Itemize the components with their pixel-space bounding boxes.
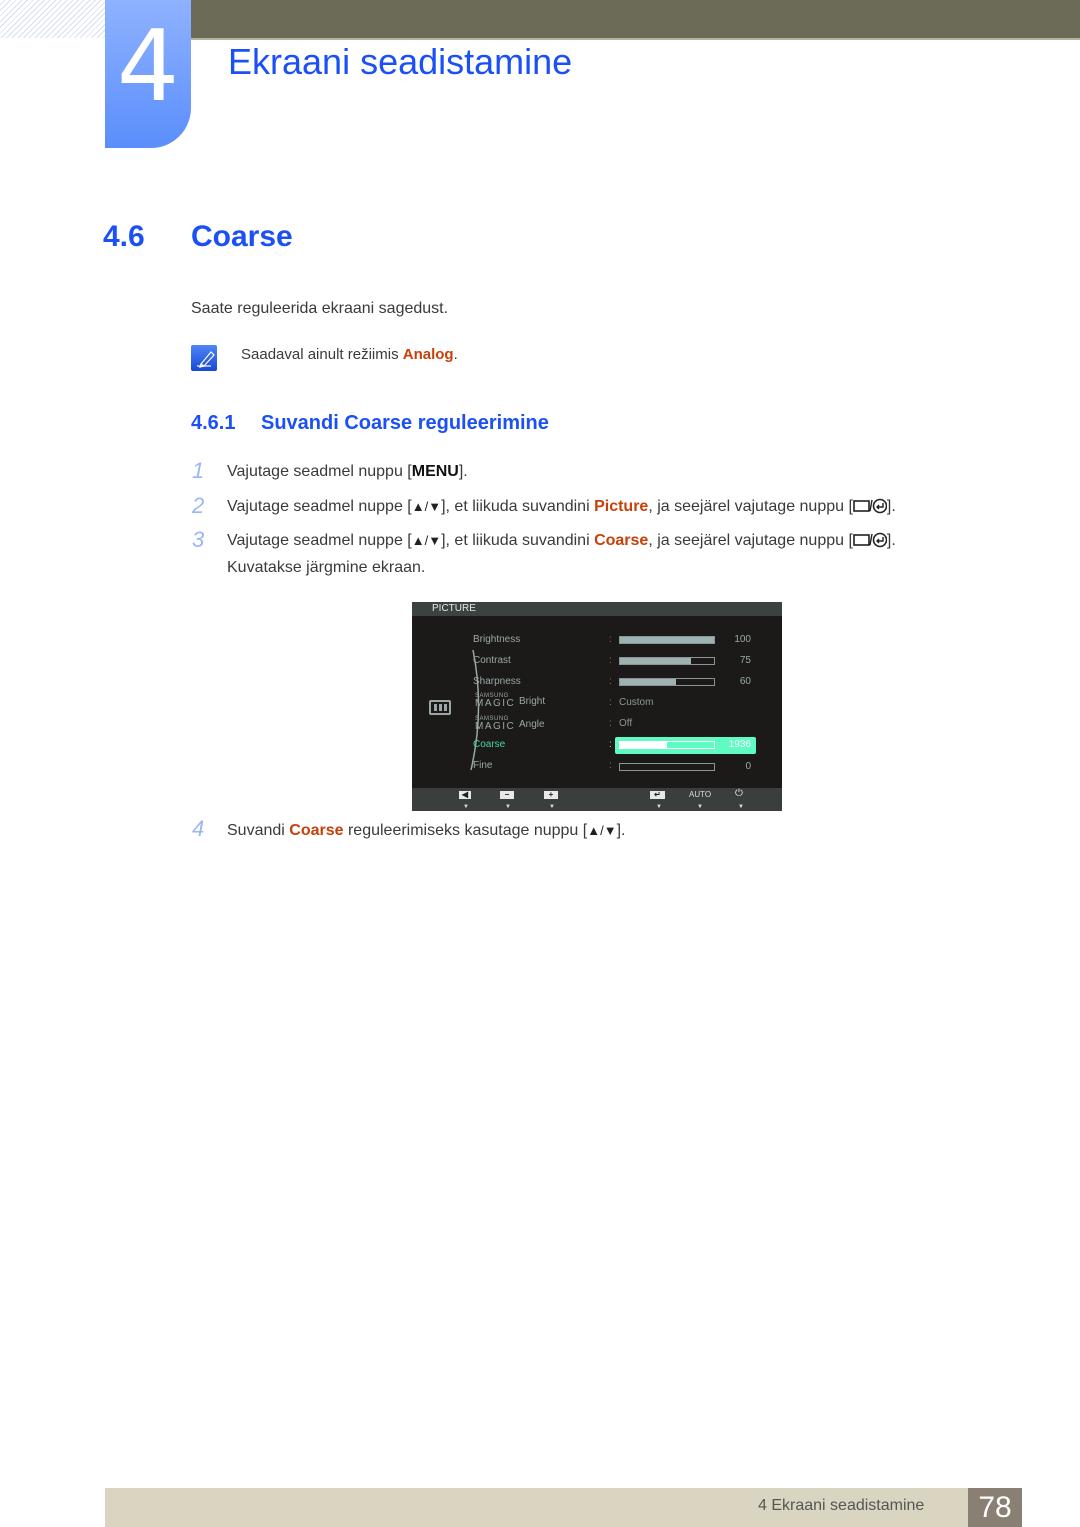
magic-angle-value: Off [619,718,633,729]
step-text: Suvandi [227,822,290,839]
osd-colon: : [609,676,612,687]
step-text: , ja seejärel vajutage nuppu [ [648,498,853,515]
magic-bright-value: Custom [619,697,654,708]
sharpness-bar-fill [620,679,677,685]
down-marker-icon: ▼ [697,804,703,810]
source-enter-icon [853,498,888,514]
magic-bright-label: Bright [519,696,546,707]
step-4-text: Suvandi Coarse reguleerimiseks kasutage … [227,820,625,842]
sharpness-bar [619,678,715,686]
coarse-bar-fill [620,742,667,748]
chapter-title: Ekraani seadistamine [228,41,573,82]
down-marker-icon: ▼ [656,804,662,810]
contrast-bar [619,657,715,665]
highlight-picture: Picture [594,498,649,515]
osd-item-brightness[interactable]: Brightness [473,634,520,646]
osd-item-coarse[interactable]: Coarse [473,739,505,751]
up-down-arrows-icon: ▲/▼ [587,823,617,838]
magic-label: MAGIC [475,698,516,709]
osd-enter-button[interactable]: ↵ [650,791,665,799]
osd-auto-button[interactable]: AUTO [689,790,711,800]
osd-colon: : [609,697,612,708]
magic-label: MAGIC [475,721,516,732]
osd-minus-button[interactable]: − [500,791,514,799]
step-3-line2: Kuvatakse järgmine ekraan. [227,559,426,576]
step-text: ]. [616,822,626,839]
osd-item-contrast[interactable]: Contrast [473,655,511,667]
up-down-arrows-icon: ▲/▼ [411,533,442,548]
fine-bar [619,763,715,771]
note-highlight-analog: Analog [402,346,454,363]
picture-menu-icon [429,700,451,715]
osd-item-fine[interactable]: Fine [473,760,492,772]
osd-colon: : [609,718,612,729]
step-2-number: 2 [192,493,205,518]
page-number: 78 [968,1488,1022,1527]
sharpness-value: 60 [739,676,751,687]
subsection-number: 4.6.1 [191,412,236,434]
note-text-after: . [453,346,458,363]
osd-colon: : [609,634,612,645]
highlight-coarse: Coarse [594,532,649,549]
source-enter-icon [853,532,888,548]
step-text: Vajutage seadmel nuppe [ [227,498,412,515]
section-number: 4.6 [103,220,145,253]
step-3-text: Vajutage seadmel nuppe [▲/▼], et liikuda… [227,530,896,552]
step-text: Vajutage seadmel nuppe [ [227,532,412,549]
footer-chapter-text: 4 Ekraani seadistamine [758,1497,925,1514]
note-text-before: Saadaval ainult režiimis [241,346,403,363]
osd-colon: : [609,760,612,771]
osd-title: PICTURE [432,603,476,614]
up-down-arrows-icon: ▲/▼ [411,499,442,514]
osd-left-button[interactable]: ◀ [459,791,471,799]
brightness-bar [619,636,715,644]
osd-plus-button[interactable]: + [544,791,558,799]
contrast-bar-fill [620,658,691,664]
osd-colon: : [609,655,612,666]
step-1-text: Vajutage seadmel nuppu [MENU]. [227,461,468,483]
osd-item-sharpness[interactable]: Sharpness [473,676,521,688]
step-2-text: Vajutage seadmel nuppe [▲/▼], et liikuda… [227,496,896,518]
osd-colon: : [609,739,612,750]
note-pencil-icon [191,345,217,371]
step-3-number: 3 [192,527,205,552]
brightness-bar-fill [620,637,714,643]
step-text: ]. [458,463,468,480]
chapter-number: 4 [116,10,180,124]
down-marker-icon: ▼ [463,804,469,810]
contrast-value: 75 [739,655,751,666]
step-text: ], et liikuda suvandini [441,532,595,549]
osd-item-magic-angle[interactable]: SAMSUNG MAGIC Angle [475,716,545,732]
step-text: ]. [886,532,896,549]
subsection-title: Suvandi Coarse reguleerimine [261,412,549,434]
step-text: reguleerimiseks kasutage nuppu [ [343,822,588,839]
down-marker-icon: ▼ [549,804,555,810]
step-1-number: 1 [192,458,205,483]
osd-header: PICTURE [412,602,782,616]
step-text: ]. [886,498,896,515]
brightness-value: 100 [734,634,751,645]
step-text: Vajutage seadmel nuppu [ [227,463,412,480]
intro-text: Saate reguleerida ekraani sagedust. [191,300,449,317]
step-4-number: 4 [192,816,205,841]
osd-item-magic-bright[interactable]: SAMSUNG MAGIC Bright [475,693,545,709]
menu-key-label: MENU [411,463,459,480]
header-bar [190,0,1080,40]
step-text: , ja seejärel vajutage nuppu [ [648,532,853,549]
note-text: Saadaval ainult režiimis Analog. [241,345,458,365]
header-hatch-decoration [0,0,105,38]
chapter-tab: 4 [105,0,191,148]
down-marker-icon: ▼ [505,804,511,810]
power-icon[interactable]: ⏻ [735,789,743,799]
coarse-bar[interactable] [619,741,715,749]
step-text: ], et liikuda suvandini [441,498,595,515]
fine-value: 0 [745,761,751,772]
down-marker-icon: ▼ [738,804,744,810]
section-title: Coarse [191,220,293,253]
magic-angle-label: Angle [519,719,545,730]
coarse-value: 1936 [728,739,751,750]
highlight-coarse: Coarse [289,822,344,839]
